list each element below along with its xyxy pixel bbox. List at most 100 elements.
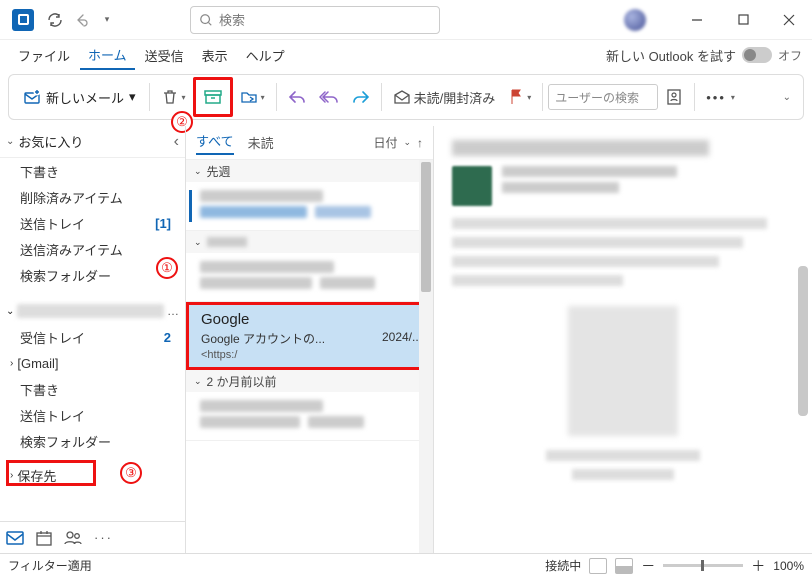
message-item[interactable] — [186, 392, 433, 441]
nav-overflow-icon[interactable]: ··· — [94, 530, 113, 545]
folder-pane: ⌄ お気に入り ‹ 下書き 削除済みアイテム 送信トレイ[1] 送信済みアイテム… — [0, 126, 186, 553]
menu-view[interactable]: 表示 — [194, 42, 236, 69]
message-item[interactable] — [186, 182, 433, 231]
menu-help[interactable]: ヘルプ — [238, 42, 293, 69]
tab-unread[interactable]: 未読 — [248, 133, 274, 152]
sender-avatar-icon — [452, 166, 492, 206]
user-avatar-icon[interactable] — [624, 9, 646, 31]
address-book-button[interactable] — [659, 82, 689, 112]
collapse-pane-icon[interactable]: ‹ — [174, 133, 179, 151]
minimize-button[interactable] — [674, 0, 720, 40]
forward-button[interactable] — [346, 82, 376, 112]
reading-subject — [452, 140, 709, 156]
try-new-outlook-toggle[interactable] — [742, 47, 772, 63]
undo-icon[interactable] — [68, 7, 94, 33]
menu-file[interactable]: ファイル — [10, 42, 78, 69]
maximize-button[interactable] — [720, 0, 766, 40]
section-header-blur[interactable]: ⌄ — [186, 231, 433, 253]
try-new-outlook-label: 新しい Outlook を試す — [606, 46, 736, 65]
sidebar-item-search-acc[interactable]: 検索フォルダー — [0, 428, 185, 454]
message-preview: <https:/ — [201, 349, 422, 361]
sidebar-item-outbox[interactable]: 送信トレイ[1] — [0, 210, 185, 236]
sidebar-item-deleted[interactable]: 削除済みアイテム — [0, 184, 185, 210]
search-icon — [199, 13, 213, 27]
archive-button[interactable] — [193, 77, 233, 117]
sidebar-item-sent[interactable]: 送信済みアイテム — [0, 236, 185, 262]
archive-icon — [203, 87, 223, 107]
menu-home[interactable]: ホーム — [80, 41, 135, 70]
sidebar-item-gmail[interactable]: ›[Gmail] — [0, 350, 185, 376]
ribbon-overflow-button[interactable]: •••▾ — [700, 82, 743, 112]
view-mode-reading-icon[interactable] — [615, 558, 633, 574]
mark-unread-read-button[interactable]: 未読/開封済み — [387, 82, 502, 112]
view-mode-normal-icon[interactable] — [589, 558, 607, 574]
account-header[interactable]: ⌄ … — [0, 298, 185, 324]
flag-icon — [508, 88, 524, 106]
status-filter: フィルター適用 — [8, 557, 92, 574]
search-placeholder: 検索 — [219, 10, 245, 29]
chevron-down-icon: ⌄ — [6, 136, 14, 147]
reply-all-button[interactable] — [313, 82, 345, 112]
status-bar: フィルター適用 接続中 － ＋ 100% — [0, 553, 812, 577]
people-view-icon[interactable] — [64, 530, 82, 546]
section-2months[interactable]: ⌄2 か月前以前 — [186, 370, 433, 392]
refresh-icon[interactable] — [42, 7, 68, 33]
outlook-app-icon — [12, 9, 34, 31]
close-button[interactable] — [766, 0, 812, 40]
ribbon-expand-button[interactable]: ⌄ — [777, 82, 797, 112]
nav-switcher: ··· — [0, 521, 185, 553]
reply-button[interactable] — [282, 82, 312, 112]
main-area: ⌄ お気に入り ‹ 下書き 削除済みアイテム 送信トレイ[1] 送信済みアイテム… — [0, 126, 812, 553]
zoom-slider[interactable] — [663, 564, 743, 567]
forward-icon — [352, 89, 370, 105]
favorites-header[interactable]: ⌄ お気に入り ‹ — [0, 126, 185, 158]
mail-view-icon[interactable] — [6, 530, 24, 546]
menu-send-receive[interactable]: 送受信 — [137, 42, 192, 69]
reading-pane — [434, 126, 812, 553]
delete-button[interactable]: ▾ — [155, 82, 192, 112]
message-item[interactable] — [186, 253, 433, 302]
qat-overflow-icon[interactable]: ▾ — [94, 7, 120, 33]
message-date: 2024/... — [382, 330, 422, 347]
flag-button[interactable]: ▾ — [502, 82, 537, 112]
zoom-out-button[interactable]: － — [641, 556, 655, 576]
reply-all-icon — [319, 89, 339, 105]
toggle-off-label: オフ — [778, 47, 802, 64]
ribbon: 新しいメール ▾ ▾ ▾ 未読/開封済み ▾ ユーザーの検索 •••▾ ⌄ ② — [8, 74, 804, 120]
message-sender: Google — [201, 311, 422, 328]
sidebar-item-drafts-acc[interactable]: 下書き — [0, 376, 185, 402]
reading-body — [452, 218, 794, 480]
status-connected: 接続中 — [545, 557, 581, 574]
sort-chevron-icon[interactable]: ⌄ — [403, 137, 411, 148]
new-mail-icon — [23, 88, 41, 106]
zoom-level: 100% — [773, 559, 804, 573]
annotation-1: ① — [156, 257, 178, 279]
message-list-pane: すべて 未読 日付 ⌄ ↑ ⌄先週 ⌄ Google Google アカウントの… — [186, 126, 434, 553]
annotation-3: ③ — [120, 462, 142, 484]
move-folder-icon — [240, 88, 258, 106]
trash-icon — [161, 88, 179, 106]
address-book-icon — [665, 88, 683, 106]
zoom-in-button[interactable]: ＋ — [751, 556, 765, 576]
section-last-week[interactable]: ⌄先週 — [186, 160, 433, 182]
reply-icon — [288, 89, 306, 105]
search-input[interactable]: 検索 — [190, 6, 440, 34]
move-button[interactable]: ▾ — [234, 82, 271, 112]
sidebar-item-outbox-acc[interactable]: 送信トレイ — [0, 402, 185, 428]
sidebar-item-drafts[interactable]: 下書き — [0, 158, 185, 184]
message-list-header: すべて 未読 日付 ⌄ ↑ — [186, 126, 433, 160]
message-list-scrollbar[interactable] — [419, 160, 433, 553]
user-search-input[interactable]: ユーザーの検索 — [548, 84, 658, 110]
title-bar: ▾ 検索 — [0, 0, 812, 40]
message-item-selected[interactable]: Google Google アカウントの... 2024/... <https:/ — [186, 302, 433, 370]
envelope-open-icon — [393, 89, 411, 105]
new-mail-button[interactable]: 新しいメール ▾ — [15, 82, 144, 112]
sort-direction-icon[interactable]: ↑ — [417, 136, 423, 150]
tab-all[interactable]: すべて — [196, 131, 234, 155]
reading-pane-scrollbar[interactable] — [798, 136, 808, 543]
sort-by-label[interactable]: 日付 — [373, 134, 397, 151]
calendar-view-icon[interactable] — [36, 530, 52, 546]
image-thumbnail — [568, 306, 678, 436]
message-subject: Google アカウントの... — [201, 330, 325, 347]
sidebar-item-inbox[interactable]: 受信トレイ2 — [0, 324, 185, 350]
